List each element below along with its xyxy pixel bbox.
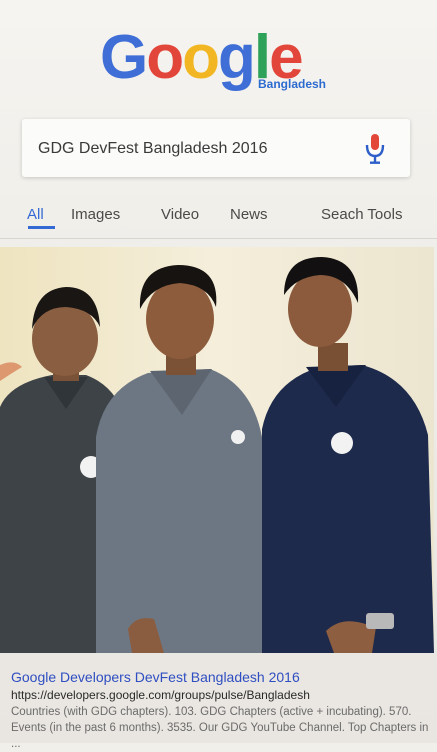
- tab-video[interactable]: Video: [161, 206, 199, 223]
- logo-letter: G: [100, 23, 148, 92]
- logo-letter: o: [146, 23, 184, 92]
- tab-news[interactable]: News: [230, 206, 268, 223]
- tab-all[interactable]: All: [27, 206, 44, 223]
- search-results-page: Google Bangladesh GDG DevFest Bangladesh…: [0, 0, 437, 750]
- search-input[interactable]: GDG DevFest Bangladesh 2016: [38, 140, 267, 158]
- logo-letter: o: [182, 23, 220, 92]
- tab-images[interactable]: Images: [71, 206, 120, 223]
- result-url: https://developers.google.com/groups/pul…: [11, 688, 310, 702]
- result-image[interactable]: [0, 247, 434, 653]
- active-tab-indicator: [28, 226, 55, 229]
- tab-search-tools[interactable]: Seach Tools: [321, 206, 402, 223]
- result-snippet: Countries (with GDG chapters). 103. GDG …: [11, 706, 429, 750]
- group-photo-illustration: [0, 247, 434, 653]
- logo-letter: g: [217, 23, 256, 92]
- logo-subtitle: Bangladesh: [258, 77, 327, 91]
- results-tabs: All Images Video News Seach Tools: [0, 196, 437, 236]
- result-title-link[interactable]: Google Developers DevFest Bangladesh 201…: [11, 669, 300, 685]
- microphone-icon[interactable]: [364, 132, 386, 166]
- search-box[interactable]: GDG DevFest Bangladesh 2016: [22, 119, 410, 177]
- tabs-divider: [0, 238, 437, 239]
